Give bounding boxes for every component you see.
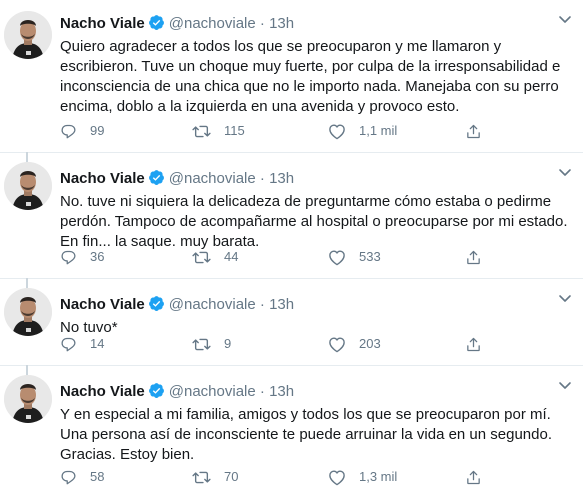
like-button[interactable]: 1,3 mil xyxy=(328,467,397,487)
verified-badge-icon xyxy=(148,295,165,320)
retweet-count: 44 xyxy=(224,249,239,264)
verified-badge-icon xyxy=(148,14,165,39)
separator-dot: · xyxy=(259,383,265,400)
tweet-actions: 99 115 1,1 mil xyxy=(60,121,490,141)
tweet-2[interactable]: Nacho Viale @nachoviale · 13h No. tuve ni… xyxy=(0,152,583,279)
share-icon xyxy=(465,336,482,353)
separator-dot: · xyxy=(259,15,265,32)
tweet-1[interactable]: Nacho Viale @nachoviale · 13h Quiero agra… xyxy=(0,0,583,153)
retweet-count: 9 xyxy=(224,336,232,351)
chevron-down-icon[interactable] xyxy=(557,11,573,27)
tweet-actions: 58 70 1,3 mil xyxy=(60,467,490,487)
retweet-icon xyxy=(192,249,211,266)
share-button[interactable] xyxy=(465,467,482,487)
tweet-actions: 36 44 533 xyxy=(60,247,490,267)
share-icon xyxy=(465,249,482,266)
heart-icon xyxy=(328,249,346,266)
share-button[interactable] xyxy=(465,334,482,354)
reply-count: 14 xyxy=(90,336,105,351)
comment-icon xyxy=(60,123,77,140)
verified-badge-icon xyxy=(148,382,165,407)
separator-dot: · xyxy=(259,170,265,187)
tweet-thread: Nacho Viale @nachoviale · 13h Quiero agra… xyxy=(0,0,583,498)
tweet-4[interactable]: Nacho Viale @nachoviale · 13h Y en especi… xyxy=(0,365,583,498)
like-button[interactable]: 1,1 mil xyxy=(328,121,397,141)
tweet-header: Nacho Viale @nachoviale · 13h xyxy=(60,0,583,36)
comment-icon xyxy=(60,249,77,266)
reply-button[interactable]: 36 xyxy=(60,247,104,267)
retweet-count: 70 xyxy=(224,469,239,484)
tweet-text: Y en especial a mi familia, amigos y tod… xyxy=(60,406,553,463)
author-name[interactable]: Nacho Viale xyxy=(60,296,145,313)
author-handle[interactable]: @nachoviale xyxy=(169,15,256,32)
reply-button[interactable]: 14 xyxy=(60,334,104,354)
chevron-down-icon[interactable] xyxy=(557,377,573,393)
share-icon xyxy=(465,469,482,486)
share-button[interactable] xyxy=(465,121,482,141)
like-count: 533 xyxy=(359,249,381,264)
retweet-count: 115 xyxy=(224,123,245,138)
tweet-header: Nacho Viale @nachoviale · 13h xyxy=(60,366,583,404)
author-handle[interactable]: @nachoviale xyxy=(169,170,256,187)
like-button[interactable]: 533 xyxy=(328,247,381,267)
author-handle[interactable]: @nachoviale xyxy=(169,296,256,313)
author-name[interactable]: Nacho Viale xyxy=(60,15,145,32)
comment-icon xyxy=(60,336,77,353)
retweet-icon xyxy=(192,336,211,353)
separator-dot: · xyxy=(259,296,265,313)
heart-icon xyxy=(328,469,346,486)
share-button[interactable] xyxy=(465,247,482,267)
tweet-actions: 14 9 203 xyxy=(60,334,490,354)
like-button[interactable]: 203 xyxy=(328,334,381,354)
avatar[interactable] xyxy=(4,288,52,336)
avatar[interactable] xyxy=(4,11,52,59)
tweet-header: Nacho Viale @nachoviale · 13h xyxy=(60,279,583,317)
tweet-text: No. tuve ni siquiera la delicadeza de pr… xyxy=(60,193,568,250)
like-count: 203 xyxy=(359,336,381,351)
timestamp[interactable]: 13h xyxy=(269,296,294,313)
reply-count: 99 xyxy=(90,123,105,138)
tweet-header: Nacho Viale @nachoviale · 13h xyxy=(60,153,583,191)
comment-icon xyxy=(60,469,77,486)
heart-icon xyxy=(328,336,346,353)
chevron-down-icon[interactable] xyxy=(557,164,573,180)
retweet-button[interactable]: 115 xyxy=(192,121,245,141)
tweet-3[interactable]: Nacho Viale @nachoviale · 13h No tuvo* 14… xyxy=(0,278,583,366)
like-count: 1,3 mil xyxy=(359,469,398,484)
retweet-button[interactable]: 70 xyxy=(192,467,238,487)
retweet-icon xyxy=(192,469,211,486)
timestamp[interactable]: 13h xyxy=(269,170,294,187)
author-name[interactable]: Nacho Viale xyxy=(60,383,145,400)
retweet-button[interactable]: 44 xyxy=(192,247,238,267)
chevron-down-icon[interactable] xyxy=(557,290,573,306)
verified-badge-icon xyxy=(148,169,165,194)
author-handle[interactable]: @nachoviale xyxy=(169,383,256,400)
share-icon xyxy=(465,123,482,140)
timestamp[interactable]: 13h xyxy=(269,383,294,400)
like-count: 1,1 mil xyxy=(359,123,398,138)
retweet-button[interactable]: 9 xyxy=(192,334,231,354)
reply-button[interactable]: 99 xyxy=(60,121,104,141)
reply-count: 36 xyxy=(90,249,105,264)
timestamp[interactable]: 13h xyxy=(269,15,294,32)
retweet-icon xyxy=(192,123,211,140)
avatar[interactable] xyxy=(4,375,52,423)
avatar[interactable] xyxy=(4,162,52,210)
author-name[interactable]: Nacho Viale xyxy=(60,170,145,187)
heart-icon xyxy=(328,123,346,140)
tweet-text: Quiero agradecer a todos los que se preo… xyxy=(60,38,561,115)
reply-button[interactable]: 58 xyxy=(60,467,104,487)
reply-count: 58 xyxy=(90,469,105,484)
